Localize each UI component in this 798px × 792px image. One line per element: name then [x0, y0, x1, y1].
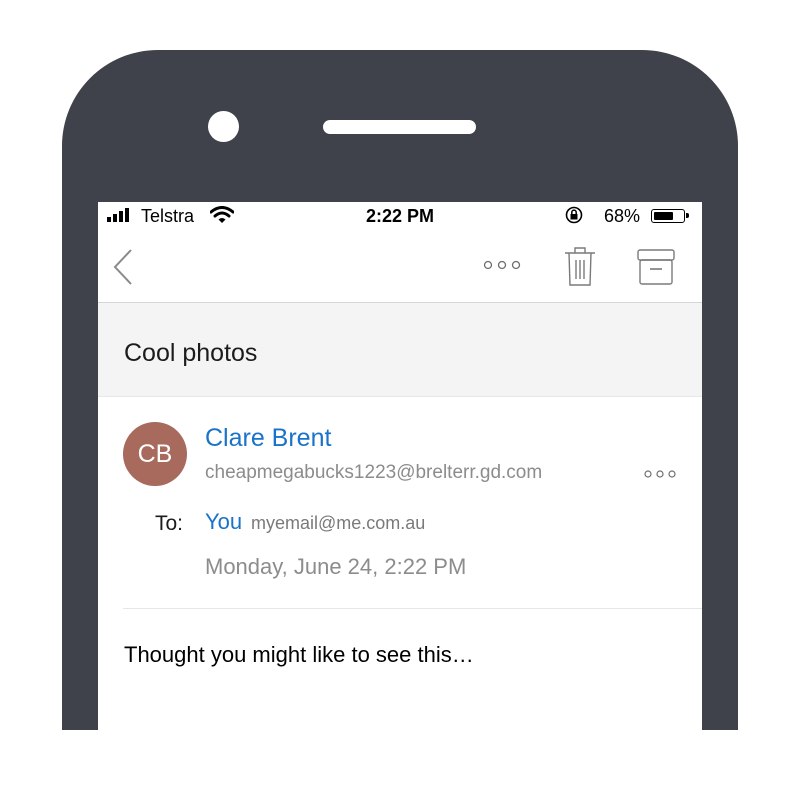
battery-tip — [686, 213, 689, 218]
battery-icon — [651, 209, 689, 223]
sender-email: cheapmegabucks1223@brelterr.gd.com — [205, 462, 543, 483]
email-date: Monday, June 24, 2:22 PM — [205, 554, 467, 579]
email-subject: Cool photos — [124, 339, 258, 367]
archive-icon[interactable] — [636, 248, 676, 286]
sender-avatar[interactable]: CB — [123, 422, 187, 486]
more-horizontal-icon[interactable] — [483, 258, 521, 272]
to-label: To: — [155, 512, 184, 535]
orientation-lock-icon — [565, 206, 583, 224]
battery-percent: 68% — [604, 206, 641, 226]
chevron-left-icon[interactable] — [112, 247, 134, 287]
recipient-email: myemail@me.com.au — [251, 513, 426, 533]
sender-name[interactable]: Clare Brent — [205, 424, 331, 453]
more-horizontal-icon[interactable] — [644, 468, 676, 480]
nav-bar — [98, 232, 702, 303]
email-body: Thought you might like to see this… — [124, 642, 474, 667]
divider — [123, 608, 702, 609]
battery-fill — [653, 211, 673, 220]
subject-bar: Cool photos — [98, 303, 702, 397]
trash-icon[interactable] — [564, 246, 596, 286]
phone-screen: Telstra 2:22 PM 68% Cool photos CB Clare… — [98, 202, 702, 730]
status-bar: Telstra 2:22 PM 68% — [98, 202, 702, 232]
speaker-grille — [323, 120, 476, 134]
recipient-name[interactable]: You — [205, 509, 242, 535]
camera-dot — [208, 111, 239, 142]
